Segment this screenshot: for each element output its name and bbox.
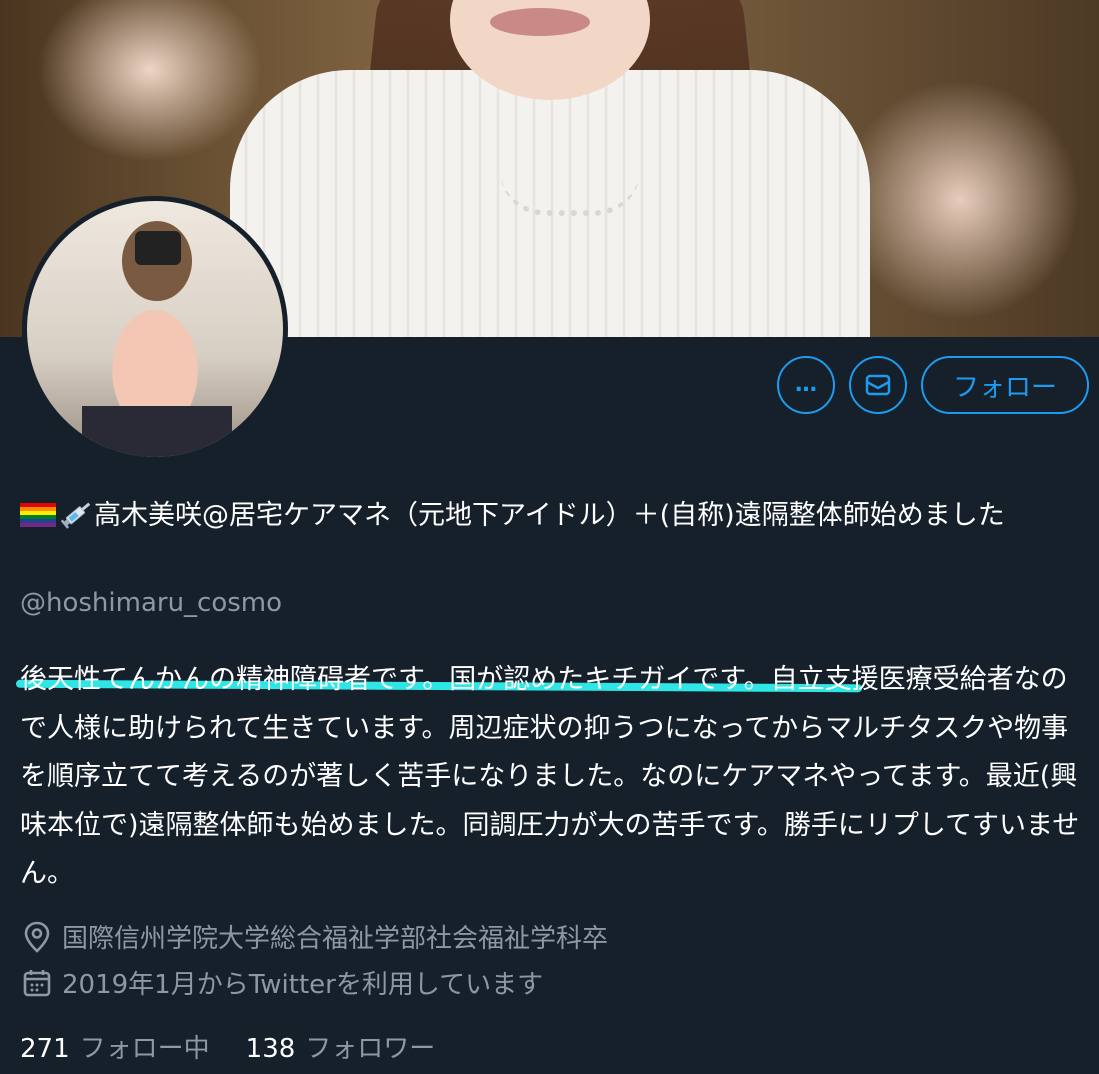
bio-text: 。自立支援医療受給者なので人様に助けられて生きています。周辺症状の抑うつになって… bbox=[20, 664, 1080, 889]
envelope-icon bbox=[865, 374, 891, 396]
follow-stats: 271 フォロー中 138 フォロワー bbox=[20, 1028, 435, 1065]
user-handle: @hoshimaru_cosmo bbox=[20, 588, 283, 618]
avatar-skirt bbox=[82, 406, 232, 457]
following-link[interactable]: 271 フォロー中 bbox=[20, 1028, 210, 1065]
location-row: 国際信州学院大学総合福祉学部社会福祉学科卒 bbox=[20, 918, 608, 955]
follow-button[interactable]: フォロー bbox=[920, 356, 1089, 414]
following-label: フォロー中 bbox=[79, 1034, 210, 1064]
joined-row: 2019年1月からTwitterを利用しています bbox=[20, 964, 543, 1001]
location-pin-icon bbox=[24, 921, 50, 953]
rainbow-flag-icon bbox=[20, 503, 56, 527]
bio: 後天性てんかんの精神障碍者です。国が認めたキチガイです。自立支援医療受給者なので… bbox=[20, 656, 1085, 899]
bio-highlighted-text: 後天性てんかんの精神障碍者です。国が認めたキチガイです bbox=[20, 664, 744, 695]
followers-link[interactable]: 138 フォロワー bbox=[246, 1028, 436, 1065]
avatar[interactable] bbox=[22, 196, 288, 462]
display-name-text: 高木美咲@居宅ケアマネ（元地下アイドル）＋(自称)遠隔整体師始めました bbox=[94, 500, 1005, 531]
follow-button-label: フォロー bbox=[952, 372, 1057, 403]
followers-label: フォロワー bbox=[305, 1034, 436, 1064]
location-text: 国際信州学院大学総合福祉学部社会福祉学科卒 bbox=[62, 924, 609, 954]
calendar-icon bbox=[23, 969, 51, 996]
avatar-camera bbox=[135, 231, 181, 265]
profile-actions: … フォロー bbox=[776, 356, 1089, 414]
following-count: 271 bbox=[20, 1034, 70, 1064]
banner-lips bbox=[490, 8, 590, 36]
message-button[interactable] bbox=[848, 356, 907, 414]
syringe-icon bbox=[60, 502, 91, 529]
display-name: 高木美咲@居宅ケアマネ（元地下アイドル）＋(自称)遠隔整体師始めました bbox=[20, 492, 1085, 539]
more-icon: … bbox=[794, 372, 817, 397]
followers-count: 138 bbox=[245, 1034, 296, 1064]
more-button[interactable]: … bbox=[776, 356, 835, 414]
joined-text: 2019年1月からTwitterを利用しています bbox=[62, 970, 544, 1000]
